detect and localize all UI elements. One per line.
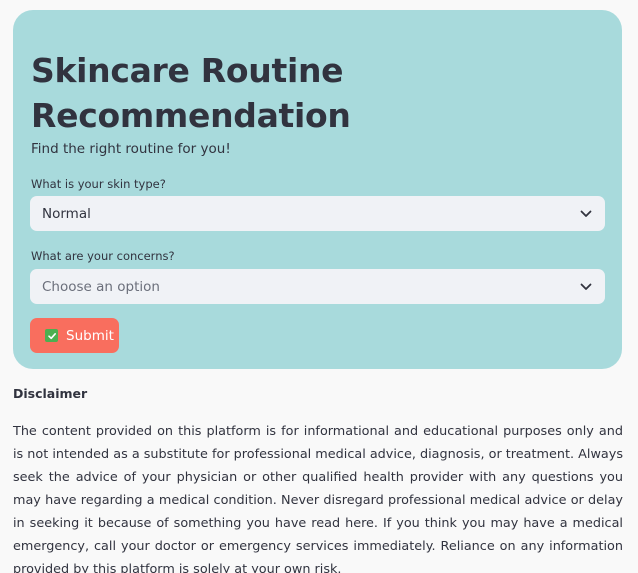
disclaimer-heading: Disclaimer (13, 386, 88, 401)
concerns-label: What are your concerns? (31, 249, 175, 263)
skin-type-label: What is your skin type? (31, 177, 166, 191)
chevron-down-icon[interactable] (579, 280, 593, 294)
skin-type-select[interactable]: Normal (30, 196, 605, 231)
submit-label: Submit (66, 327, 114, 344)
page-title: Skincare Routine Recommendation (31, 51, 351, 135)
recommendation-form-card: Skincare Routine Recommendation Find the… (13, 10, 622, 369)
submit-button[interactable]: Submit (30, 318, 119, 353)
check-box-icon (45, 329, 58, 342)
chevron-down-icon[interactable] (579, 207, 593, 221)
concerns-placeholder: Choose an option (42, 278, 160, 295)
disclaimer-text: The content provided on this platform is… (13, 424, 623, 573)
concerns-multiselect[interactable]: Choose an option (30, 269, 605, 304)
page-subtitle: Find the right routine for you! (31, 141, 231, 157)
skin-type-selected-value: Normal (42, 205, 91, 222)
app-page: Skincare Routine Recommendation Find the… (0, 0, 638, 573)
